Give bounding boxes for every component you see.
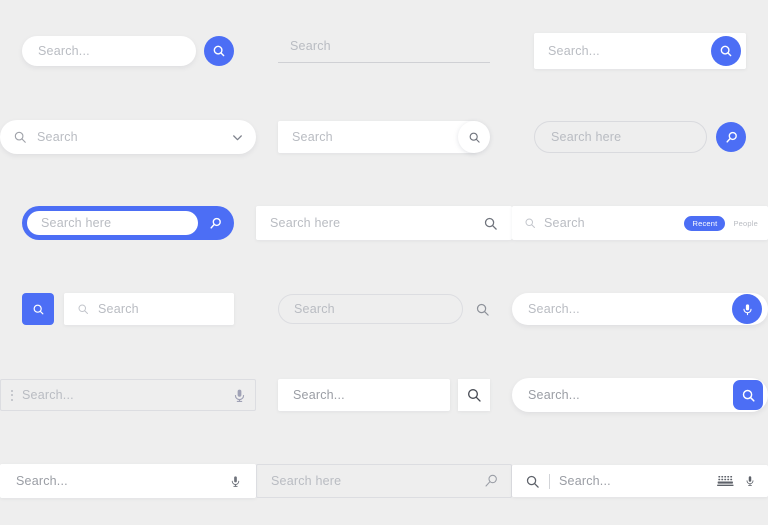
search-variant-17: Search here	[256, 438, 512, 525]
search-input-3[interactable]: Search...	[534, 33, 746, 70]
search-button-6[interactable]	[716, 122, 746, 153]
search-placeholder-18: Search...	[559, 474, 611, 489]
search-placeholder-7: Search here	[41, 216, 112, 231]
search-placeholder-5: Search	[292, 130, 333, 145]
search-placeholder-16: Search...	[16, 474, 68, 489]
voice-search-button-12[interactable]	[732, 294, 762, 325]
search-variant-16: Search...	[0, 438, 256, 525]
microphone-icon	[742, 304, 752, 315]
vertical-divider	[549, 473, 550, 489]
search-icon	[213, 45, 225, 57]
search-icon	[468, 389, 481, 402]
search-input-7[interactable]: Search here	[27, 211, 198, 236]
microphone-icon[interactable]	[232, 386, 247, 405]
search-placeholder-4: Search	[37, 130, 78, 145]
search-icon[interactable]	[525, 474, 540, 489]
search-placeholder-9: Search	[544, 216, 585, 231]
search-variant-10: Search	[0, 266, 256, 353]
search-variant-14: Search...	[256, 352, 512, 439]
search-placeholder-13: Search...	[22, 388, 74, 403]
search-input-12[interactable]: Search...	[512, 293, 768, 326]
search-variant-1: Search...	[0, 8, 256, 95]
search-input-5[interactable]: Search	[278, 121, 476, 154]
search-placeholder-6: Search here	[551, 130, 622, 145]
search-placeholder-14: Search...	[293, 388, 345, 403]
search-button-11[interactable]	[475, 302, 490, 317]
search-placeholder-15: Search...	[528, 388, 580, 403]
search-input-11[interactable]: Search	[278, 294, 463, 325]
search-button-3[interactable]	[711, 36, 741, 67]
microphone-icon[interactable]	[744, 473, 756, 489]
search-placeholder-3: Search...	[548, 44, 600, 59]
search-variant-3: Search...	[512, 8, 768, 95]
search-icon	[14, 132, 26, 144]
search-icon[interactable]	[483, 473, 499, 489]
search-button-15[interactable]	[733, 380, 763, 411]
search-icon	[725, 131, 737, 143]
search-variant-13: Search...	[0, 352, 256, 439]
search-input-9[interactable]: Search Recent People	[512, 206, 768, 241]
search-input-15[interactable]: Search...	[512, 378, 768, 413]
search-button-7[interactable]	[202, 216, 228, 231]
search-variant-5: Search	[256, 94, 512, 181]
search-icon	[720, 45, 732, 57]
search-placeholder-17: Search here	[271, 474, 342, 489]
search-input-2[interactable]: Search	[278, 39, 490, 64]
underline-divider	[278, 62, 490, 64]
search-icon	[525, 218, 535, 229]
search-icon	[78, 304, 88, 315]
search-placeholder-12: Search...	[528, 302, 580, 317]
search-variant-15: Search...	[512, 352, 768, 439]
search-bar-gallery: Search... Search Search... Search Search…	[0, 0, 768, 519]
search-variant-18: Search...	[512, 438, 768, 525]
search-button-1[interactable]	[204, 36, 234, 67]
search-variant-11: Search	[256, 266, 512, 353]
search-variant-9: Search Recent People	[512, 180, 768, 267]
search-variant-6: Search here	[512, 94, 768, 181]
search-variant-8: Search here	[256, 180, 512, 267]
search-button-5[interactable]	[458, 121, 490, 154]
search-variant-4: Search	[0, 94, 256, 181]
filter-chip-recent[interactable]: Recent	[684, 215, 726, 231]
search-bar-7[interactable]: Search here	[22, 206, 234, 241]
microphone-icon[interactable]	[229, 473, 242, 490]
search-input-13[interactable]: Search...	[0, 379, 256, 412]
search-input-6[interactable]: Search here	[534, 121, 707, 154]
search-placeholder-11: Search	[294, 302, 335, 317]
search-icon	[476, 303, 489, 316]
search-placeholder-2: Search	[290, 39, 331, 54]
search-icon	[33, 304, 43, 315]
search-icon	[469, 132, 480, 143]
search-input-8[interactable]: Search here	[256, 206, 512, 241]
search-input-17[interactable]: Search here	[256, 464, 512, 499]
chevron-down-icon[interactable]	[231, 131, 244, 144]
search-input-18[interactable]: Search...	[512, 465, 768, 498]
search-icon	[742, 389, 755, 402]
search-button-14[interactable]	[458, 379, 490, 412]
search-placeholder-1: Search...	[38, 44, 90, 59]
search-input-16[interactable]: Search...	[0, 464, 256, 499]
search-variant-12: Search...	[512, 266, 768, 353]
search-button-10[interactable]	[22, 293, 54, 326]
filter-chip-people[interactable]: People	[733, 219, 758, 228]
search-input-1[interactable]: Search...	[22, 36, 196, 67]
search-input-14[interactable]: Search...	[278, 379, 450, 412]
search-input-10[interactable]: Search	[64, 293, 234, 326]
search-icon	[209, 217, 221, 229]
search-placeholder-8: Search here	[270, 216, 341, 231]
search-variant-2: Search	[256, 8, 512, 95]
search-icon[interactable]	[483, 216, 498, 231]
search-variant-7: Search here	[0, 180, 256, 267]
more-vertical-icon[interactable]	[9, 389, 13, 401]
keyboard-icon[interactable]	[717, 475, 735, 488]
search-input-4[interactable]: Search	[0, 120, 256, 155]
search-placeholder-10: Search	[98, 302, 139, 317]
